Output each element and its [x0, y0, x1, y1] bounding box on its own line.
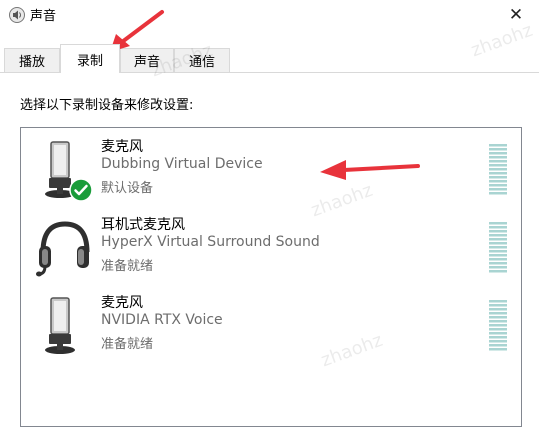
meter-bar — [489, 246, 507, 249]
tab-label: 播放 — [18, 55, 45, 70]
meter-bar — [489, 320, 507, 323]
meter-bar — [489, 348, 507, 351]
meter-bar — [489, 250, 507, 253]
device-description: NVIDIA RTX Voice — [101, 312, 223, 328]
meter-bar — [489, 222, 507, 225]
meter-bar — [489, 172, 507, 175]
meter-bar — [489, 226, 507, 229]
meter-bar — [489, 332, 507, 335]
meter-bar — [489, 258, 507, 261]
meter-bar — [489, 308, 507, 311]
list-item[interactable]: 耳机式麦克风 HyperX Virtual Surround Sound 准备就… — [21, 212, 521, 286]
meter-bar — [489, 254, 507, 257]
meter-bar — [489, 144, 507, 147]
meter-bar — [489, 324, 507, 327]
meter-bar — [489, 168, 507, 171]
device-name: 耳机式麦克风 — [101, 217, 185, 233]
level-meter — [489, 222, 507, 273]
device-name: 麦克风 — [101, 295, 143, 311]
device-description: HyperX Virtual Surround Sound — [101, 234, 320, 250]
device-status: 默认设备 — [101, 181, 154, 196]
tab-label: 通信 — [188, 55, 215, 70]
meter-bar — [489, 230, 507, 233]
tab-strip: 播放 录制 声音 通信 — [0, 44, 539, 73]
device-status: 准备就绪 — [101, 259, 154, 274]
meter-bar — [489, 270, 507, 273]
meter-bar — [489, 242, 507, 245]
instruction-text: 选择以下录制设备来修改设置: — [20, 98, 194, 113]
meter-bar — [489, 328, 507, 331]
headset-icon — [36, 221, 90, 277]
device-description: Dubbing Virtual Device — [101, 156, 263, 172]
meter-bar — [489, 180, 507, 183]
meter-bar — [489, 340, 507, 343]
meter-bar — [489, 164, 507, 167]
device-name: 麦克风 — [101, 139, 143, 155]
meter-bar — [489, 160, 507, 163]
meter-bar — [489, 312, 507, 315]
meter-bar — [489, 192, 507, 195]
title-bar: 声音 ✕ — [0, 0, 539, 30]
meter-bar — [489, 184, 507, 187]
list-item[interactable]: 麦克风 Dubbing Virtual Device 默认设备 — [21, 134, 521, 208]
speaker-icon — [9, 7, 25, 23]
tab-label: 录制 — [76, 53, 103, 69]
meter-bar — [489, 156, 507, 159]
meter-bar — [489, 344, 507, 347]
meter-bar — [489, 300, 507, 303]
meter-bar — [489, 152, 507, 155]
level-meter — [489, 144, 507, 195]
meter-bar — [489, 188, 507, 191]
recording-device-list[interactable]: 麦克风 Dubbing Virtual Device 默认设备 耳机式麦克风 H… — [20, 127, 522, 427]
meter-bar — [489, 266, 507, 269]
tab-communications[interactable]: 通信 — [174, 48, 230, 72]
meter-bar — [489, 148, 507, 151]
close-button[interactable]: ✕ — [493, 0, 539, 30]
meter-bar — [489, 262, 507, 265]
meter-bar — [489, 336, 507, 339]
meter-bar — [489, 238, 507, 241]
level-meter — [489, 300, 507, 351]
tab-sounds[interactable]: 声音 — [120, 48, 174, 72]
tab-playback[interactable]: 播放 — [4, 48, 60, 72]
window-title: 声音 — [30, 9, 57, 24]
checkmark-icon — [69, 178, 93, 202]
meter-bar — [489, 316, 507, 319]
meter-bar — [489, 304, 507, 307]
meter-bar — [489, 234, 507, 237]
meter-bar — [489, 176, 507, 179]
tab-label: 声音 — [133, 55, 160, 70]
microphone-icon — [45, 297, 75, 354]
list-item[interactable]: 麦克风 NVIDIA RTX Voice 准备就绪 — [21, 290, 521, 364]
close-icon[interactable]: ✕ — [509, 5, 523, 25]
tab-recording[interactable]: 录制 — [60, 44, 120, 73]
device-status: 准备就绪 — [101, 337, 154, 352]
